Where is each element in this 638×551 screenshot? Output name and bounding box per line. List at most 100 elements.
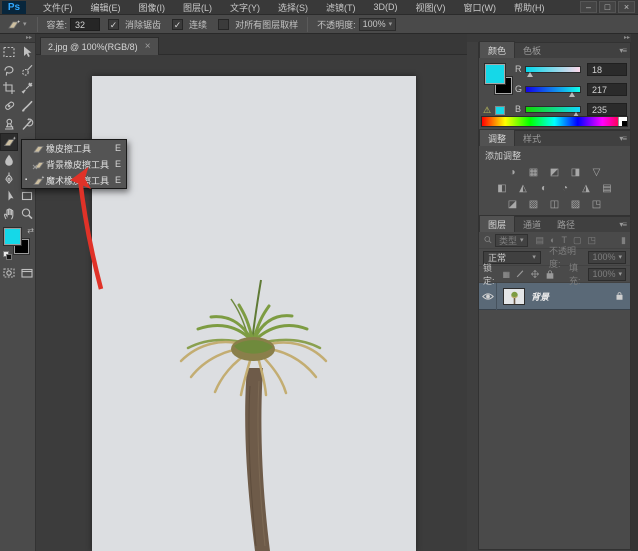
blur-tool[interactable] xyxy=(0,151,18,169)
menu-layer[interactable]: 图层(L) xyxy=(174,1,221,14)
green-value-input[interactable]: 217 xyxy=(587,83,627,96)
red-value-input[interactable]: 18 xyxy=(587,63,627,76)
color-spectrum-ramp[interactable] xyxy=(481,116,628,127)
menu-help[interactable]: 帮助(H) xyxy=(505,1,554,14)
fill-dropdown[interactable]: 100% ▾ xyxy=(588,268,626,281)
layer-row-background[interactable]: 背景 xyxy=(479,283,630,310)
opacity-dropdown[interactable]: 100% ▾ xyxy=(359,18,397,31)
menu-3d[interactable]: 3D(D) xyxy=(365,2,407,12)
lasso-tool[interactable] xyxy=(0,61,18,79)
spot-healing-brush-tool[interactable] xyxy=(0,97,18,115)
selective-color-icon[interactable]: ▨ xyxy=(567,198,584,212)
maximize-button[interactable]: □ xyxy=(599,1,616,13)
flyout-item-magic-eraser[interactable]: ▪ 魔术橡皮擦工具 E xyxy=(22,172,126,188)
layer-filter-type-dropdown[interactable]: 类型 ▾ xyxy=(495,234,528,247)
move-tool[interactable] xyxy=(18,43,36,61)
menu-edit[interactable]: 编辑(E) xyxy=(82,1,130,14)
menu-select[interactable]: 选择(S) xyxy=(269,1,317,14)
crop-tool[interactable] xyxy=(0,79,18,97)
flyout-item-background-eraser[interactable]: 背景橡皮擦工具 E xyxy=(22,156,126,172)
swap-colors-icon[interactable]: ⇄ xyxy=(27,226,34,235)
blue-value-input[interactable]: 235 xyxy=(587,103,627,116)
black-white-icon[interactable]: ◐ xyxy=(536,182,553,196)
brush-tool[interactable] xyxy=(18,97,36,115)
invert-icon[interactable]: ◪ xyxy=(504,198,521,212)
green-slider[interactable] xyxy=(525,86,581,93)
menu-view[interactable]: 视图(V) xyxy=(407,1,455,14)
menu-image[interactable]: 图像(I) xyxy=(130,1,175,14)
lock-position-icon[interactable] xyxy=(530,269,540,279)
document-tab[interactable]: 2.jpg @ 100%(RGB/8) × xyxy=(40,37,159,55)
screen-mode-button[interactable] xyxy=(18,264,36,282)
path-selection-tool[interactable] xyxy=(0,187,18,205)
tab-paths[interactable]: 路径 xyxy=(549,216,583,232)
minimize-button[interactable]: – xyxy=(580,1,597,13)
blue-slider[interactable] xyxy=(525,106,581,113)
gradient-map-icon[interactable]: ◳ xyxy=(588,198,605,212)
lock-all-icon[interactable] xyxy=(545,269,555,280)
tool-preset-picker[interactable]: ▾ xyxy=(0,18,31,31)
tab-swatches[interactable]: 色板 xyxy=(515,42,549,58)
photo-filter-icon[interactable]: ◔ xyxy=(557,182,574,196)
tab-channels[interactable]: 通道 xyxy=(515,216,549,232)
levels-icon[interactable]: ▦ xyxy=(525,166,542,180)
menu-filter[interactable]: 滤镜(T) xyxy=(317,1,365,14)
filter-toggle-icon[interactable]: ▮ xyxy=(621,235,626,246)
clone-stamp-tool[interactable] xyxy=(0,115,18,133)
photo-palm-tree[interactable] xyxy=(92,76,416,551)
eyedropper-tool[interactable] xyxy=(18,79,36,97)
tab-close-icon[interactable]: × xyxy=(145,41,151,52)
rectangular-marquee-tool[interactable] xyxy=(0,43,18,61)
color-lookup-icon[interactable]: ▤ xyxy=(599,182,616,196)
anti-alias-checkbox[interactable]: ✓ xyxy=(108,19,119,30)
foreground-color-swatch[interactable] xyxy=(4,228,21,245)
tab-styles[interactable]: 样式 xyxy=(515,130,549,146)
foreground-color-chip[interactable] xyxy=(485,64,505,84)
tolerance-input[interactable]: 32 xyxy=(70,18,100,31)
panel-menu-icon[interactable]: ▾≡ xyxy=(619,220,626,229)
hand-tool[interactable] xyxy=(0,205,18,223)
history-brush-tool[interactable] xyxy=(18,115,36,133)
curves-icon[interactable]: ◩ xyxy=(546,166,563,180)
sample-all-layers-checkbox[interactable] xyxy=(218,19,229,30)
layer-name[interactable]: 背景 xyxy=(531,290,615,303)
layer-opacity-dropdown[interactable]: 100% ▾ xyxy=(588,251,626,264)
black-chip[interactable] xyxy=(622,121,627,126)
vibrance-icon[interactable]: ▽ xyxy=(588,166,605,180)
default-colors-icon[interactable] xyxy=(3,251,12,260)
lock-pixels-icon[interactable] xyxy=(515,269,525,279)
tab-layers[interactable]: 图层 xyxy=(479,215,515,232)
quick-selection-tool[interactable] xyxy=(18,61,36,79)
tab-adjustments[interactable]: 调整 xyxy=(479,129,515,146)
layer-thumbnail[interactable] xyxy=(503,288,525,305)
red-slider[interactable] xyxy=(525,66,581,73)
close-button[interactable]: × xyxy=(618,1,635,13)
brightness-contrast-icon[interactable]: ◑ xyxy=(504,166,521,180)
zoom-tool[interactable] xyxy=(18,205,36,223)
threshold-icon[interactable]: ◫ xyxy=(546,198,563,212)
color-balance-icon[interactable]: ◭ xyxy=(515,182,532,196)
menu-file[interactable]: 文件(F) xyxy=(34,1,82,14)
tab-color[interactable]: 颜色 xyxy=(479,41,515,58)
quick-mask-button[interactable] xyxy=(0,264,18,282)
panel-menu-icon[interactable]: ▾≡ xyxy=(619,134,626,143)
pixel-filter-icon[interactable]: ▤ xyxy=(536,235,545,246)
contiguous-checkbox[interactable]: ✓ xyxy=(172,19,183,30)
lock-transparency-icon[interactable]: ▦ xyxy=(502,270,510,279)
exposure-icon[interactable]: ◨ xyxy=(567,166,584,180)
panel-menu-icon[interactable]: ▾≡ xyxy=(619,46,626,55)
menu-window[interactable]: 窗口(W) xyxy=(455,1,506,14)
posterize-icon[interactable]: ▧ xyxy=(525,198,542,212)
toolbar-collapse-icon[interactable]: ▸▸ xyxy=(0,34,35,43)
canvas-area[interactable] xyxy=(36,55,467,551)
channel-mixer-icon[interactable]: ◮ xyxy=(578,182,595,196)
gamut-color-chip[interactable] xyxy=(495,106,505,115)
smart-object-filter-icon[interactable]: ◳ xyxy=(588,235,597,246)
flyout-item-eraser[interactable]: 橡皮擦工具 E xyxy=(22,140,126,156)
pen-tool[interactable] xyxy=(0,169,18,187)
hue-saturation-icon[interactable]: ◧ xyxy=(494,182,511,196)
gamut-warning-icon[interactable]: ⚠ xyxy=(483,105,491,116)
rectangle-shape-tool[interactable] xyxy=(18,187,36,205)
eraser-tool-selected[interactable] xyxy=(0,133,18,151)
menu-type[interactable]: 文字(Y) xyxy=(221,1,269,14)
